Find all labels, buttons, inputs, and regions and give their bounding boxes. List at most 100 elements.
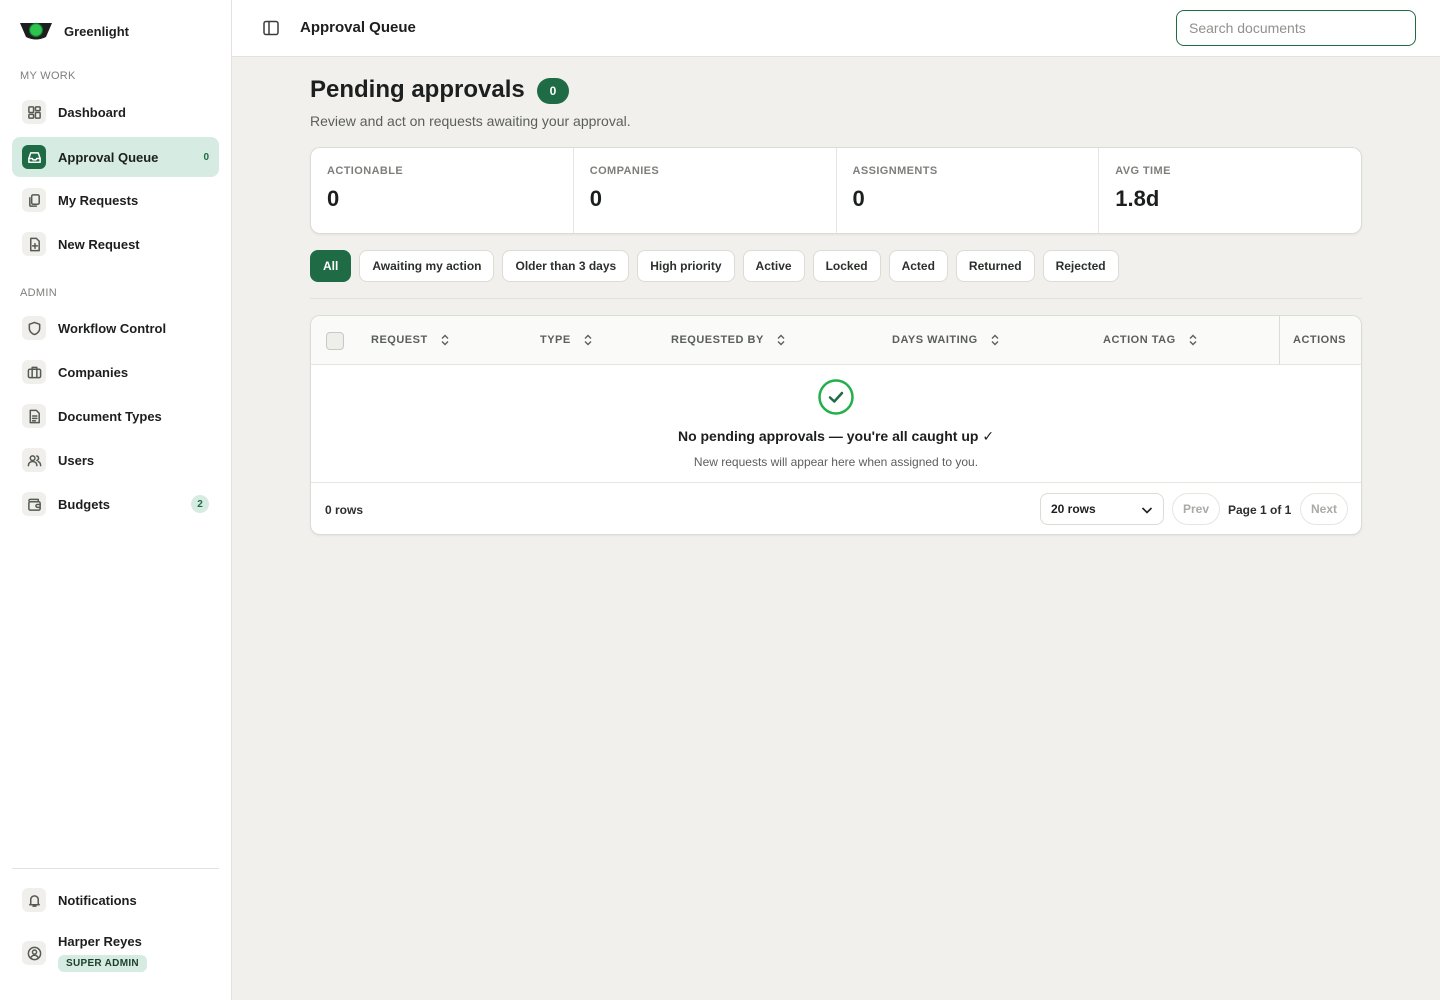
check-circle-icon (817, 378, 855, 416)
user-name: Harper Reyes (58, 934, 142, 949)
sort-icon (777, 334, 785, 346)
stat-label: COMPANIES (589, 165, 660, 177)
column-label: TYPE (540, 334, 571, 346)
column-header-days-waiting[interactable]: DAYS WAITING (892, 334, 1000, 346)
search-input[interactable] (1176, 10, 1416, 46)
column-label: DAYS WAITING (892, 334, 978, 346)
user-profile[interactable]: Harper Reyes SUPER ADMIN (22, 934, 147, 972)
sidebar-item-dashboard[interactable]: Dashboard (12, 92, 219, 132)
user-avatar-icon (22, 941, 46, 965)
table-footer: 0 rows 20 rows Prev Page 1 of 1 Next (311, 482, 1361, 534)
copy-icon (22, 188, 46, 212)
stat-assignments: ASSIGNMENTS 0 (837, 148, 1100, 233)
filter-chip-locked[interactable]: Locked (812, 250, 881, 282)
sidebar-item-document-types[interactable]: Document Types (12, 396, 219, 436)
sidebar-item-workflow-control[interactable]: Workflow Control (12, 308, 219, 348)
sidebar-item-label: Document Types (58, 408, 162, 424)
page-title: Pending approvals (310, 76, 525, 103)
filter-chip-acted[interactable]: Acted (888, 250, 948, 282)
stat-value: 1.8d (1115, 186, 1160, 211)
sidebar-item-label: Notifications (58, 892, 137, 908)
section-label-my-work: MY WORK (20, 70, 76, 82)
page-subtitle: Review and act on requests awaiting your… (310, 113, 631, 129)
briefcase-icon (22, 360, 46, 384)
sidebar-item-notifications[interactable]: Notifications (12, 880, 219, 920)
sidebar-item-budgets[interactable]: Budgets 2 (12, 484, 219, 524)
budgets-count-badge: 2 (191, 495, 209, 513)
page-info: Page 1 of 1 (1228, 503, 1292, 517)
sidebar-item-label: Budgets (58, 496, 110, 512)
filter-divider (310, 298, 1362, 299)
column-header-action-tag[interactable]: ACTION TAG (1103, 334, 1198, 346)
filter-chip-older-than-3-days[interactable]: Older than 3 days (502, 250, 630, 282)
stat-avg-time: AVG TIME 1.8d (1099, 148, 1361, 233)
bell-icon (22, 888, 46, 912)
column-label: REQUESTED BY (671, 334, 764, 346)
column-header-request[interactable]: REQUEST (371, 334, 450, 346)
filter-chip-all[interactable]: All (310, 250, 352, 282)
sort-icon (1189, 334, 1197, 346)
stats-summary: ACTIONABLE 0 COMPANIES 0 ASSIGNMENTS 0 A… (310, 147, 1362, 234)
column-header-actions: ACTIONS (1293, 334, 1346, 346)
brand-name: Greenlight (64, 23, 130, 39)
users-icon (22, 448, 46, 472)
table-header: REQUEST TYPE REQUESTED BY DAYS WAITING A… (311, 316, 1361, 365)
sidebar-item-label: Approval Queue (58, 149, 159, 165)
sidebar-item-my-requests[interactable]: My Requests (12, 180, 219, 220)
rows-per-page-select[interactable]: 20 rows (1040, 493, 1164, 525)
stat-label: AVG TIME (1115, 165, 1171, 177)
stat-companies: COMPANIES 0 (574, 148, 837, 233)
rows-per-page-value: 20 rows (1051, 502, 1096, 516)
sidebar-item-label: Workflow Control (58, 320, 167, 336)
filter-chip-active[interactable]: Active (742, 250, 805, 282)
traffic-light-logo-icon (20, 18, 52, 44)
sidebar-item-new-request[interactable]: New Request (12, 224, 219, 264)
sidebar-item-companies[interactable]: Companies (12, 352, 219, 392)
inbox-icon (22, 145, 46, 169)
sidebar-divider (12, 868, 219, 869)
row-count: 0 rows (325, 503, 364, 517)
prev-page-button[interactable]: Prev (1172, 493, 1221, 525)
column-header-type[interactable]: TYPE (540, 334, 593, 346)
sidebar-item-label: New Request (58, 236, 140, 252)
sort-icon (991, 334, 999, 346)
stat-value: 0 (852, 186, 865, 211)
sidebar-item-label: My Requests (58, 192, 139, 208)
role-badge: SUPER ADMIN (58, 955, 147, 972)
shield-icon (22, 316, 46, 340)
sidebar-item-users[interactable]: Users (12, 440, 219, 480)
stat-label: ACTIONABLE (327, 165, 404, 177)
filter-chip-returned[interactable]: Returned (955, 250, 1035, 282)
filter-chip-high-priority[interactable]: High priority (637, 250, 735, 282)
filter-chip-rejected[interactable]: Rejected (1042, 250, 1119, 282)
sidebar-item-label: Companies (58, 364, 129, 380)
dashboard-icon (22, 100, 46, 124)
empty-state-title: No pending approvals — you're all caught… (677, 428, 995, 444)
wallet-icon (22, 492, 46, 516)
approval-count-badge: 0 (203, 151, 209, 163)
stat-value: 0 (327, 186, 340, 211)
brand[interactable]: Greenlight (20, 18, 129, 44)
sidebar-toggle-icon[interactable] (262, 19, 280, 37)
document-icon (22, 404, 46, 428)
actions-column: ACTIONS (1279, 316, 1361, 365)
stat-label: ASSIGNMENTS (852, 165, 938, 177)
sidebar-item-approval-queue[interactable]: Approval Queue 0 (12, 137, 219, 177)
sort-icon (584, 334, 592, 346)
chevron-down-icon (1141, 507, 1153, 514)
column-label: ACTION TAG (1103, 334, 1176, 346)
section-label-admin: ADMIN (20, 287, 57, 299)
next-page-button[interactable]: Next (1300, 493, 1349, 525)
column-label: REQUEST (371, 334, 428, 346)
stat-actionable: ACTIONABLE 0 (311, 148, 574, 233)
filter-chip-awaiting-my-action[interactable]: Awaiting my action (359, 250, 495, 282)
column-header-requested-by[interactable]: REQUESTED BY (671, 334, 786, 346)
sidebar: Greenlight MY WORK Dashboard Approval Qu… (0, 0, 232, 1000)
sort-icon (441, 334, 449, 346)
topbar: Approval Queue (232, 0, 1440, 57)
sidebar-item-label: Dashboard (58, 104, 126, 120)
empty-state-subtitle: New requests will appear here when assig… (693, 455, 979, 469)
topbar-title: Approval Queue (300, 19, 416, 36)
filter-chips: All Awaiting my action Older than 3 days… (310, 250, 1119, 282)
select-all-checkbox[interactable] (326, 332, 344, 350)
